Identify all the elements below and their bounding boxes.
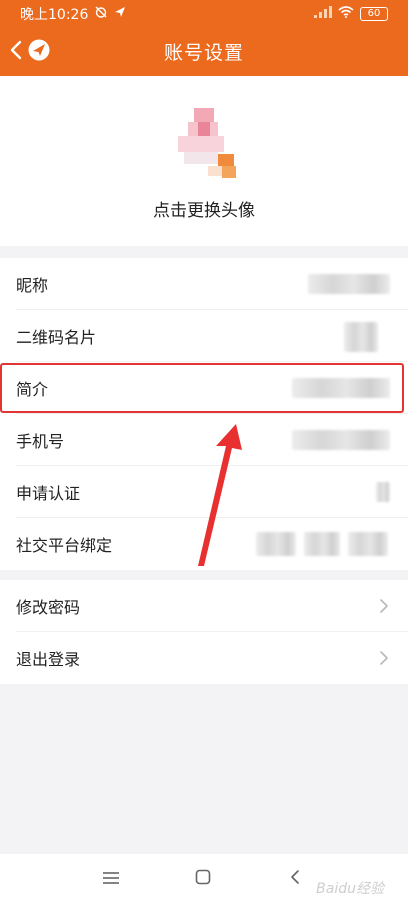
system-nav-bar: Baidu经验 [0,854,408,904]
row-label: 简介 [16,380,49,399]
menu-icon [102,870,120,889]
menu-button[interactable] [98,866,124,892]
blurred-qr [344,322,378,352]
page-title: 账号设置 [163,42,244,64]
row-label: 修改密码 [16,598,81,617]
row-nickname[interactable]: 昵称 [0,258,408,310]
blurred-value [304,532,340,556]
watermark: Baidu经验 [316,881,384,897]
chevron-right-icon [374,648,394,668]
battery-indicator: 60 [360,7,388,21]
row-label: 二维码名片 [16,328,97,347]
blurred-value [308,274,390,294]
wifi-icon [338,6,354,22]
home-button[interactable] [190,866,216,892]
avatar-section[interactable]: 点击更换头像 [0,76,408,246]
send-icon [114,6,126,22]
chevron-left-icon [290,869,300,889]
account-actions-group: 修改密码 退出登录 [0,580,408,684]
row-label: 社交平台绑定 [16,536,113,555]
row-label: 手机号 [16,432,65,451]
status-time: 晚上10:26 [20,7,89,23]
row-logout[interactable]: 退出登录 [0,632,408,684]
back-nav-button[interactable] [282,866,308,892]
blurred-value [292,430,390,450]
blurred-value [292,378,390,398]
status-bar: 晚上10:26 60 [0,0,408,28]
chevron-right-icon [374,596,394,616]
blurred-value [348,532,388,556]
row-change-password[interactable]: 修改密码 [0,580,408,632]
nav-bar: 账号设置 [0,28,408,76]
alarm-off-icon [94,5,108,23]
blurred-value [256,532,296,556]
status-right: 60 [314,6,388,22]
row-label: 申请认证 [16,484,81,503]
change-avatar-label: 点击更换头像 [153,201,255,221]
avatar[interactable] [168,102,252,186]
status-left: 晚上10:26 [20,4,126,24]
row-bio[interactable]: 简介 [0,362,408,414]
signal-icon [314,6,332,22]
blurred-value [376,482,390,502]
row-label: 退出登录 [16,650,81,669]
annotation-arrow [198,424,242,566]
row-label: 昵称 [16,276,49,295]
row-qr-card[interactable]: 二维码名片 [0,310,408,362]
home-square-icon [195,869,211,889]
app-header: 晚上10:26 60 账号设置 [0,0,408,76]
